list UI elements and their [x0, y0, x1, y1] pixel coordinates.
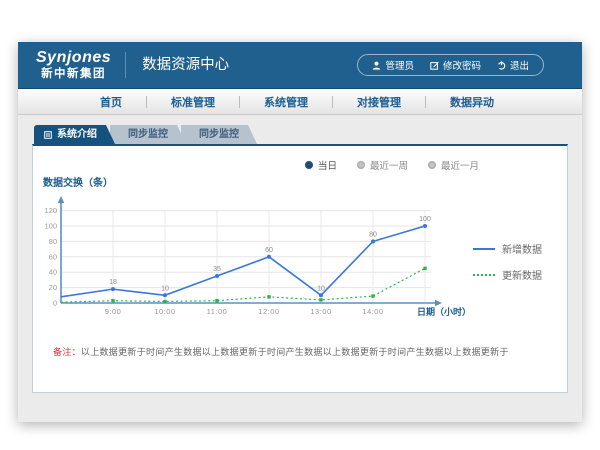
nav-item-3[interactable]: 对接管理: [333, 94, 425, 110]
data-point: [319, 298, 322, 301]
legend-item-0: 新增数据: [473, 241, 542, 256]
nav-item-0[interactable]: 首页: [76, 94, 146, 110]
radio-label-1: 最近一周: [370, 158, 408, 172]
radio-range-2[interactable]: 最近一月: [428, 158, 479, 172]
range-filters: 当日 最近一周 最近一月: [33, 146, 567, 172]
nav-item-1[interactable]: 标准管理: [147, 94, 239, 110]
data-label: 100: [419, 216, 431, 223]
radio-label-0: 当日: [318, 158, 337, 172]
x-tick-label: 10:00: [154, 307, 175, 316]
logo-brand: Synjones: [36, 50, 111, 66]
y-tick-label: 100: [44, 222, 57, 231]
x-tick-label: 14:00: [362, 307, 383, 316]
edit-icon: [430, 61, 439, 70]
y-tick-label: 0: [53, 299, 57, 308]
legend-label-0: 新增数据: [502, 241, 542, 256]
logout-button[interactable]: 退出: [489, 58, 537, 72]
footnote: 备注：以上数据更新于时间产生数据以上数据更新于时间产生数据以上数据更新于时间产生…: [53, 345, 567, 358]
radio-icon: [357, 161, 365, 169]
radio-icon: [428, 161, 436, 169]
x-tick-label: 11:00: [207, 307, 228, 316]
x-tick-label: 12:00: [258, 307, 279, 316]
y-axis-arrow: [58, 196, 64, 203]
data-point: [267, 255, 271, 259]
data-point: [111, 287, 115, 291]
tab-2[interactable]: 同步监控: [181, 125, 257, 144]
y-tick-label: 20: [49, 283, 57, 292]
tab-bar: 系统介绍 同步监控 同步监控: [34, 125, 568, 144]
data-point: [423, 224, 427, 228]
tab-0[interactable]: 系统介绍: [34, 125, 115, 144]
y-tick-label: 80: [49, 237, 57, 246]
tab-doc-icon: [44, 131, 52, 139]
content-area: 系统介绍 同步监控 同步监控 当日 最近一周 最近一月 数据交换（条） 0 20 40 60 8…: [18, 115, 582, 422]
data-point: [163, 300, 166, 303]
tab-1[interactable]: 同步监控: [110, 125, 186, 144]
radio-range-0[interactable]: 当日: [305, 158, 337, 172]
nav-item-2[interactable]: 系统管理: [240, 94, 332, 110]
data-point: [111, 299, 114, 302]
app-header: Synjones 新中新集团 数据资源中心 管理员 修改密码: [18, 42, 582, 89]
line-chart: 0 20 40 60 80 100 120 9:00 10:00 11:00 12:00 13:00 1…: [37, 189, 473, 323]
radio-range-1[interactable]: 最近一周: [357, 158, 408, 172]
x-tick-label: 9:00: [105, 307, 122, 316]
y-tick-label: 40: [49, 268, 57, 277]
radio-selected-icon: [305, 161, 313, 169]
data-point: [423, 267, 426, 270]
x-tick-label: 13:00: [310, 307, 331, 316]
x-axis-arrow: [435, 300, 442, 306]
footnote-label: 备注：: [53, 347, 81, 357]
tab-label-0: 系统介绍: [57, 125, 97, 144]
app-window: Synjones 新中新集团 数据资源中心 管理员 修改密码: [18, 42, 582, 422]
logo: Synjones 新中新集团: [36, 50, 111, 81]
y-tick-label: 120: [44, 206, 57, 215]
y-axis-title: 数据交换（条）: [43, 174, 567, 189]
user-menu: 管理员 修改密码 退出: [357, 54, 544, 76]
data-point: [371, 239, 375, 243]
data-point: [319, 293, 323, 297]
data-label: 60: [265, 247, 273, 254]
tab-label-2: 同步监控: [199, 125, 239, 144]
tab-label-1: 同步监控: [128, 125, 168, 144]
data-point: [371, 294, 374, 297]
data-label: 10: [317, 285, 325, 292]
change-password-label: 修改密码: [443, 58, 481, 72]
data-label: 18: [109, 279, 117, 286]
user-icon: [372, 61, 381, 70]
legend-line-sample: [473, 248, 495, 250]
data-label: 35: [213, 266, 221, 273]
page-title: 数据资源中心: [125, 52, 229, 78]
user-name-item[interactable]: 管理员: [364, 58, 422, 72]
legend-item-1: 更新数据: [473, 267, 542, 282]
legend-line-sample: [473, 274, 495, 276]
footnote-text: 以上数据更新于时间产生数据以上数据更新于时间产生数据以上数据更新于时间产生数据以…: [81, 347, 509, 357]
x-axis-title: 日期（小时）: [417, 306, 471, 317]
logout-label: 退出: [510, 58, 529, 72]
power-icon: [497, 61, 506, 70]
data-point: [215, 274, 219, 278]
logo-company: 新中新集团: [36, 69, 111, 81]
chart-area: 0 20 40 60 80 100 120 9:00 10:00 11:00 12:00 13:00 1…: [33, 189, 567, 323]
legend-label-1: 更新数据: [502, 267, 542, 282]
data-point: [267, 295, 270, 298]
data-point: [163, 293, 167, 297]
radio-label-2: 最近一月: [441, 158, 479, 172]
main-nav: 首页标准管理系统管理对接管理数据异动: [18, 89, 582, 115]
data-label: 10: [161, 285, 169, 292]
data-label: 80: [369, 231, 377, 238]
chart-legend: 新增数据更新数据: [473, 241, 542, 282]
chart-panel: 当日 最近一周 最近一月 数据交换（条） 0 20 40 60 80 100 120 9:00 10…: [32, 144, 568, 393]
change-password-button[interactable]: 修改密码: [422, 58, 489, 72]
data-point: [215, 299, 218, 302]
y-tick-label: 60: [49, 252, 57, 261]
user-name-label: 管理员: [385, 58, 414, 72]
nav-item-4[interactable]: 数据异动: [426, 94, 518, 110]
